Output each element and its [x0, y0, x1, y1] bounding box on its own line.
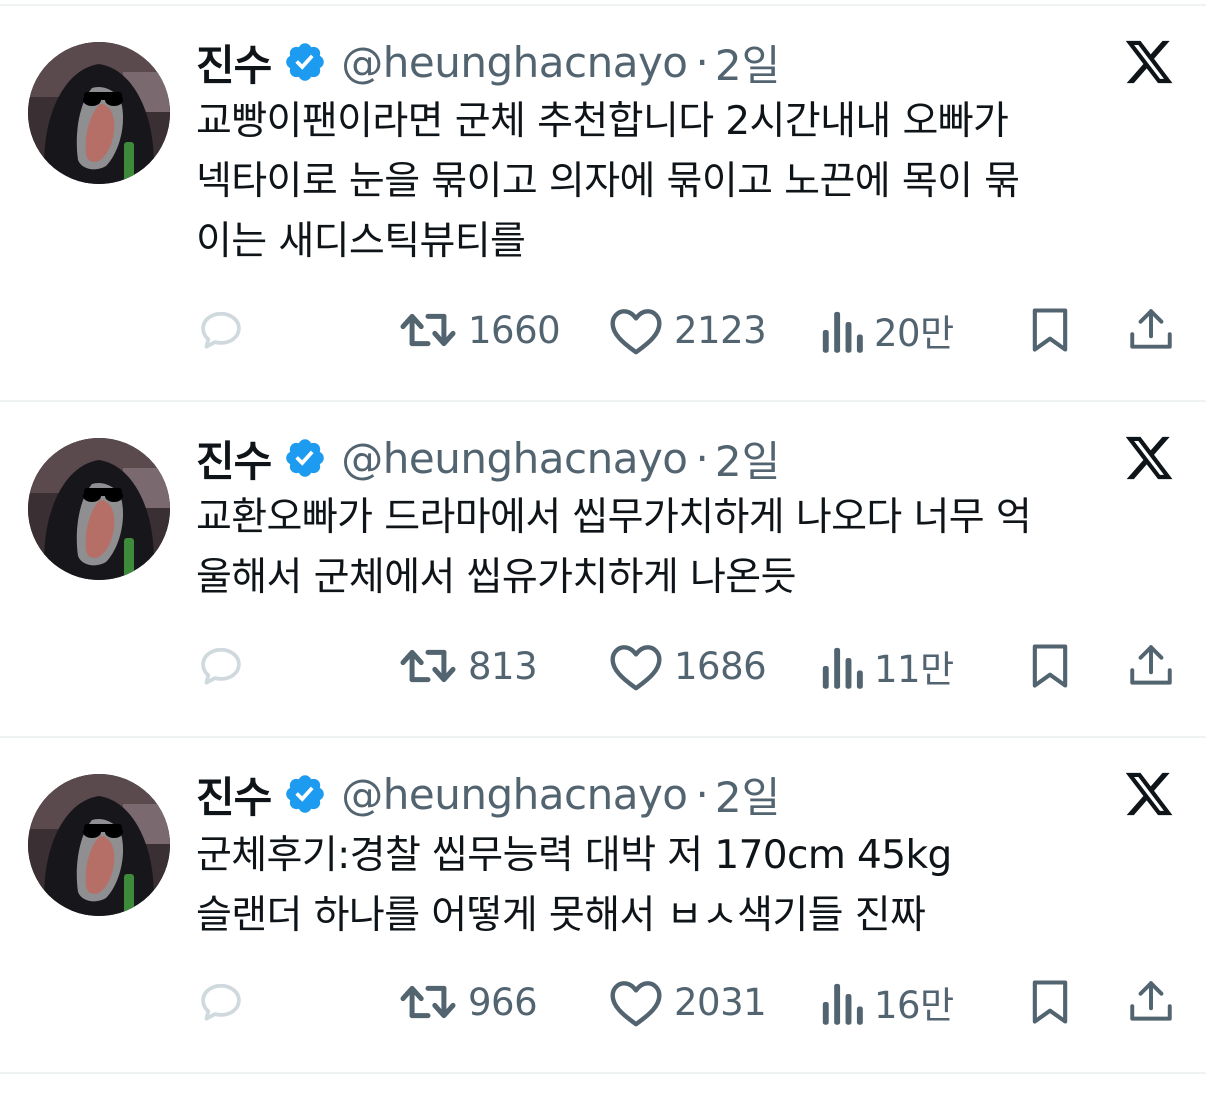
verified-badge-icon [283, 40, 327, 84]
retweet-button[interactable]: 813 [398, 636, 538, 696]
reply-icon [201, 647, 241, 685]
avatar-image [28, 438, 170, 580]
views-chart-icon [822, 983, 863, 1025]
share-button[interactable] [1126, 636, 1176, 696]
share-icon [1130, 981, 1172, 1021]
tweet-header: 진수 @heunghacnayo · 2일 [196, 428, 780, 488]
retweet-icon [400, 985, 456, 1019]
bookmark-button[interactable] [1024, 300, 1076, 360]
tweet-card[interactable]: 진수 @heunghacnayo · 2일 군체후기:경찰 씹무능력 대박 저 … [0, 736, 1206, 1072]
retweet-icon [400, 649, 456, 683]
views-button[interactable]: 20만 [818, 300, 954, 360]
tweet-card[interactable]: 진수 @heunghacnayo · 2일 교빵이팬이라면 군체 추천합니다 2… [0, 0, 1206, 400]
heart-icon [610, 645, 662, 691]
bookmark-icon [1032, 980, 1068, 1024]
author-handle[interactable]: @heunghacnayo [341, 434, 688, 483]
tweet-text: 교환오빠가 드라마에서 씹무가치하게 나오다 너무 억 울해서 군체에서 씹유가… [196, 495, 1032, 600]
like-button[interactable]: 2031 [608, 972, 767, 1032]
like-count: 1686 [674, 644, 767, 688]
x-logo-icon [1122, 768, 1176, 820]
bookmark-icon [1032, 644, 1068, 688]
avatar-image [28, 42, 170, 184]
author-name[interactable]: 진수 [196, 32, 272, 93]
views-chart-icon [822, 311, 863, 353]
author-name[interactable]: 진수 [196, 428, 272, 489]
heart-icon [610, 981, 662, 1027]
bottom-divider [0, 1072, 1206, 1074]
share-icon [1130, 645, 1172, 685]
tweet-text: 교빵이팬이라면 군체 추천합니다 2시간내내 오빠가 넥타이로 눈을 묶이고 의… [196, 99, 1020, 264]
view-count: 20만 [874, 312, 954, 355]
retweet-button[interactable]: 966 [398, 972, 538, 1032]
bookmark-button[interactable] [1024, 972, 1076, 1032]
author-handle[interactable]: @heunghacnayo [341, 770, 688, 819]
tweet-header: 진수 @heunghacnayo · 2일 [196, 32, 780, 92]
x-logo-icon [1122, 432, 1176, 484]
retweet-count: 966 [468, 980, 538, 1024]
avatar[interactable] [28, 438, 170, 580]
x-logo-icon [1122, 36, 1176, 88]
tweet-actions: 1660 2123 20만 [0, 300, 1206, 360]
share-button[interactable] [1126, 300, 1176, 360]
tweet-header: 진수 @heunghacnayo · 2일 [196, 764, 780, 824]
author-handle[interactable]: @heunghacnayo [341, 38, 688, 87]
author-name[interactable]: 진수 [196, 764, 272, 825]
verified-badge-icon [283, 772, 327, 816]
share-button[interactable] [1126, 972, 1176, 1032]
reply-button[interactable] [196, 972, 246, 1032]
verified-badge-icon [283, 436, 327, 480]
reply-button[interactable] [196, 636, 246, 696]
views-button[interactable]: 11만 [818, 636, 954, 696]
tweet-time[interactable]: 2일 [715, 32, 780, 93]
tweet-actions: 813 1686 11만 [0, 636, 1206, 696]
view-count: 16만 [874, 984, 954, 1027]
tweet-card[interactable]: 진수 @heunghacnayo · 2일 교환오빠가 드라마에서 씹무가치하게… [0, 400, 1206, 736]
retweet-count: 813 [468, 644, 538, 688]
separator-dot: · [695, 433, 709, 483]
reply-icon [201, 311, 241, 349]
tweet-actions: 966 2031 16만 [0, 972, 1206, 1032]
views-chart-icon [822, 647, 863, 689]
avatar[interactable] [28, 774, 170, 916]
tweet-text: 군체후기:경찰 씹무능력 대박 저 170cm 45kg 슬랜더 하나를 어떻게… [196, 833, 952, 938]
reply-button[interactable] [196, 300, 246, 360]
separator-dot: · [695, 37, 709, 87]
retweet-button[interactable]: 1660 [398, 300, 561, 360]
bookmark-button[interactable] [1024, 636, 1076, 696]
view-count: 11만 [874, 648, 954, 691]
separator-dot: · [695, 769, 709, 819]
retweet-icon [400, 313, 456, 347]
bookmark-icon [1032, 308, 1068, 352]
like-count: 2123 [674, 308, 767, 352]
avatar[interactable] [28, 42, 170, 184]
reply-icon [201, 983, 241, 1021]
tweet-time[interactable]: 2일 [715, 428, 780, 489]
like-button[interactable]: 1686 [608, 636, 767, 696]
tweet-time[interactable]: 2일 [715, 764, 780, 825]
share-icon [1130, 309, 1172, 349]
like-button[interactable]: 2123 [608, 300, 767, 360]
avatar-image [28, 774, 170, 916]
like-count: 2031 [674, 980, 767, 1024]
views-button[interactable]: 16만 [818, 972, 954, 1032]
heart-icon [610, 309, 662, 355]
retweet-count: 1660 [468, 308, 561, 352]
